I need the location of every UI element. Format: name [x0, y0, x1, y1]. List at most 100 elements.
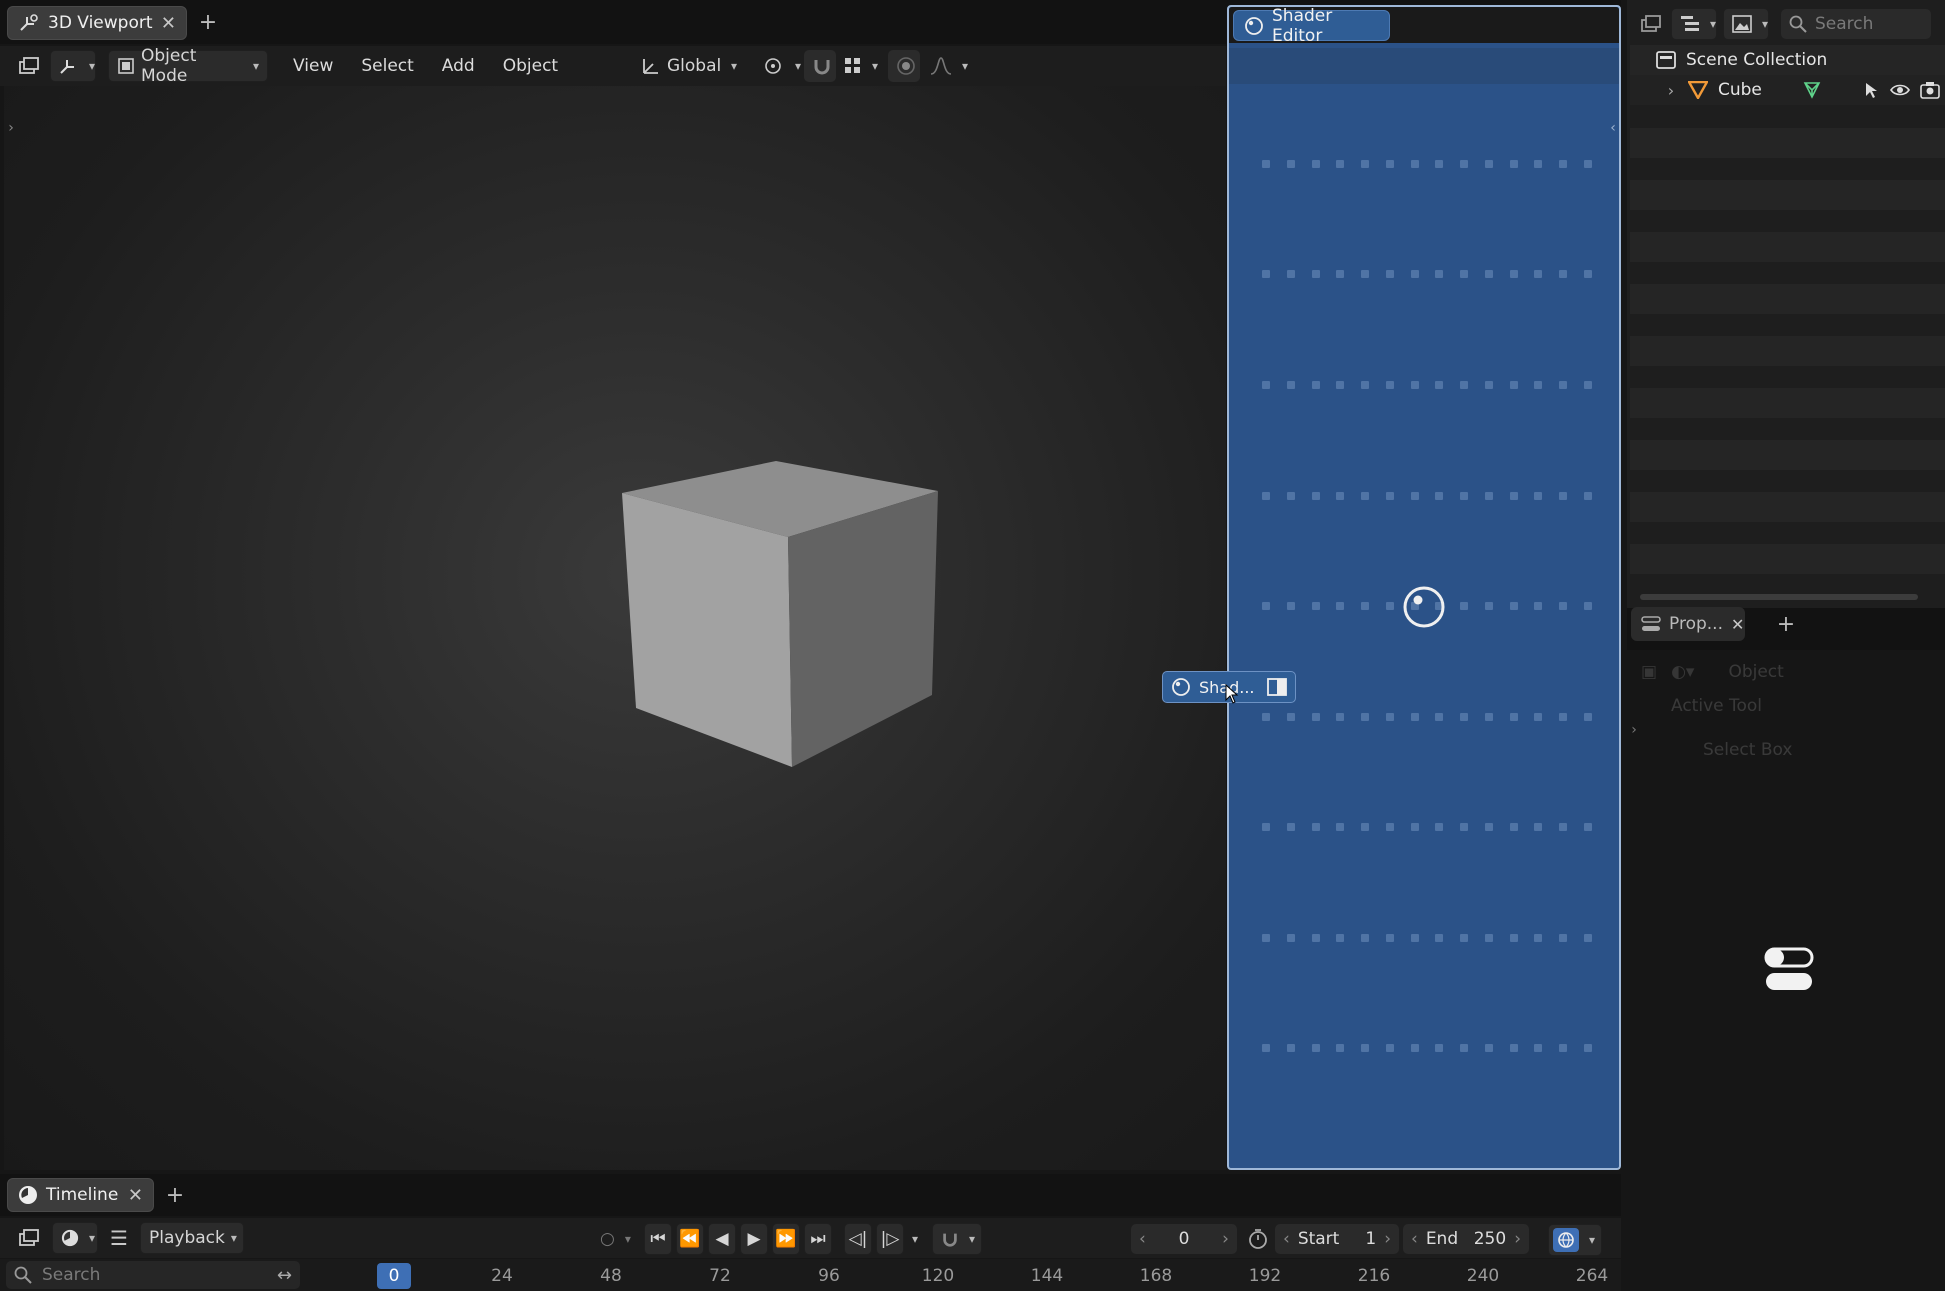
view-options-dropdown[interactable]: ▾ — [1548, 1224, 1602, 1256]
timeline-search-placeholder: Search — [42, 1265, 101, 1285]
editor-type-icon[interactable] — [1637, 15, 1665, 33]
menu-view[interactable]: View — [282, 50, 344, 82]
timeline-header-left: ▾ ☰ Playback ▾ — [14, 1222, 244, 1254]
close-icon[interactable]: ✕ — [161, 13, 176, 34]
current-frame-value: 0 — [1178, 1229, 1190, 1249]
next-frame-button[interactable]: |▷ — [876, 1223, 904, 1255]
play-reverse-button[interactable]: ◀ — [708, 1223, 736, 1255]
outliner-row — [1630, 440, 1945, 470]
menu-select[interactable]: Select — [350, 50, 424, 82]
timeline-editor-dropdown[interactable]: ▾ — [52, 1222, 98, 1254]
chevron-left-icon[interactable]: ‹ — [1606, 118, 1620, 138]
add-tab-icon[interactable]: + — [163, 1183, 187, 1208]
outliner-search-input[interactable]: Search — [1781, 9, 1931, 39]
prev-keyframe-button[interactable]: ⏪ — [676, 1223, 704, 1255]
viewport-icon — [18, 13, 40, 33]
eye-icon[interactable] — [1890, 83, 1910, 97]
close-icon[interactable]: ✕ — [128, 1185, 143, 1206]
prev-frame-button[interactable]: ◁| — [844, 1223, 872, 1255]
search-icon — [14, 1266, 32, 1284]
chevron-left-icon[interactable]: ‹ — [1283, 1229, 1290, 1249]
playback-controls: ○ ▾ ⏮ ⏪ ◀ ▶ ⏩ ⏭ ◁| |▷ ▾ ▾ — [596, 1223, 983, 1255]
grid-dots — [1262, 381, 1592, 391]
pivot-icon — [761, 56, 785, 76]
add-tab-icon[interactable]: + — [1774, 612, 1798, 637]
chevron-left-icon[interactable]: ‹ — [1139, 1229, 1146, 1249]
chevron-down-icon: ▾ — [252, 59, 259, 73]
filter-dropdown[interactable]: ▾ — [1723, 8, 1769, 40]
snap-toggle[interactable] — [804, 50, 836, 82]
chevron-right-icon[interactable]: › — [1222, 1229, 1229, 1249]
timeline-search-input[interactable]: Search ↔ — [6, 1261, 300, 1289]
end-frame-field[interactable]: ‹ End 250 › — [1403, 1224, 1529, 1254]
timeline-tab-bar — [0, 1174, 1621, 1216]
editor-type-button[interactable]: ▾ — [50, 50, 96, 82]
outliner-item-cube[interactable]: › Cube — [1664, 76, 1940, 104]
mesh-data-icon[interactable] — [1802, 80, 1822, 100]
jump-start-button[interactable]: ⏮ — [644, 1223, 672, 1255]
chevron-down-icon: ▾ — [795, 59, 802, 73]
current-frame-field[interactable]: ‹ 0 › — [1131, 1224, 1237, 1254]
start-frame-field[interactable]: ‹ Start 1 › — [1275, 1224, 1399, 1254]
menu-add[interactable]: Add — [431, 50, 486, 82]
editor-type-icon[interactable] — [14, 1223, 44, 1253]
proportional-edit-toggle[interactable] — [888, 50, 920, 82]
collection-icon — [1656, 51, 1676, 69]
outliner-scrollbar[interactable] — [1640, 594, 1918, 600]
camera-icon[interactable] — [1920, 81, 1940, 99]
grid-dots — [1262, 934, 1592, 944]
select-arrow-icon[interactable] — [1864, 81, 1880, 99]
close-icon[interactable]: ✕ — [1731, 615, 1744, 634]
cube-label: Cube — [1718, 80, 1762, 100]
chevron-right-icon[interactable]: › — [1664, 81, 1678, 100]
chevron-right-icon[interactable]: › — [1627, 720, 1641, 740]
stopwatch-icon[interactable] — [1247, 1228, 1269, 1250]
object-mode-dropdown[interactable]: Object Mode ▾ — [108, 46, 268, 86]
hamburger-menu-icon[interactable]: ☰ — [106, 1226, 132, 1250]
globe-icon — [1553, 1228, 1579, 1252]
default-cube[interactable] — [610, 455, 950, 780]
tab-timeline[interactable]: Timeline ✕ — [7, 1178, 154, 1212]
jump-end-button[interactable]: ⏭ — [804, 1223, 832, 1255]
chevron-left-icon[interactable]: ‹ — [1411, 1229, 1418, 1249]
transform-orientation-dropdown[interactable]: Global ▾ — [633, 50, 745, 82]
outliner-row — [1630, 284, 1945, 314]
playback-dropdown[interactable]: Playback ▾ — [140, 1222, 244, 1254]
horizontal-resize-icon[interactable]: ↔ — [277, 1265, 292, 1286]
timeline-ruler[interactable]: 0 24 48 72 96 120 144 168 192 216 240 26… — [303, 1263, 1621, 1291]
chevron-right-icon[interactable]: › — [1384, 1229, 1391, 1249]
clock-icon — [18, 1185, 38, 1205]
orientation-label: Global — [667, 56, 722, 76]
chevron-down-icon: ▾ — [89, 1231, 96, 1245]
grid-dots — [1262, 160, 1592, 170]
viewport-icon — [59, 57, 79, 75]
display-mode-dropdown[interactable]: ▾ — [1671, 8, 1717, 40]
add-tab-icon[interactable]: + — [196, 10, 220, 35]
keying-toggle[interactable]: ○ ▾ — [596, 1223, 640, 1255]
chevron-right-icon[interactable]: › — [1514, 1229, 1521, 1249]
snap-target-dropdown[interactable]: ▾ — [836, 50, 882, 82]
pivot-point-dropdown[interactable]: ▾ — [753, 50, 802, 82]
menu-object[interactable]: Object — [492, 50, 569, 82]
tab-properties[interactable]: Prop... ✕ — [1631, 607, 1745, 641]
select-box-tool: Select Box — [1703, 740, 1793, 760]
outliner-item-scene-collection[interactable]: Scene Collection — [1656, 46, 1827, 74]
chevron-down-icon[interactable]: ▾ — [912, 1232, 918, 1246]
current-frame-indicator[interactable]: 0 — [377, 1263, 411, 1289]
auto-keying-dropdown[interactable]: ▾ — [932, 1223, 983, 1255]
grid-dots — [1262, 823, 1592, 833]
play-button[interactable]: ▶ — [740, 1223, 768, 1255]
falloff-dropdown[interactable]: ▾ — [922, 50, 968, 82]
ruler-tick: 264 — [1575, 1266, 1609, 1286]
mesh-object-icon — [1688, 81, 1708, 99]
editor-type-icon[interactable] — [14, 51, 44, 81]
next-keyframe-button[interactable]: ⏩ — [772, 1223, 800, 1255]
image-icon — [1732, 15, 1752, 33]
tab-shader-editor[interactable]: Shader Editor — [1233, 6, 1390, 46]
object-icon: ◐▾ — [1671, 662, 1695, 682]
chevron-right-icon[interactable]: › — [4, 118, 18, 138]
tab-3d-viewport[interactable]: 3D Viewport ✕ — [7, 6, 187, 40]
ruler-tick: 72 — [709, 1266, 731, 1286]
active-tool-section: Active Tool — [1671, 696, 1763, 716]
shader-editor-center-icon — [1403, 586, 1445, 628]
